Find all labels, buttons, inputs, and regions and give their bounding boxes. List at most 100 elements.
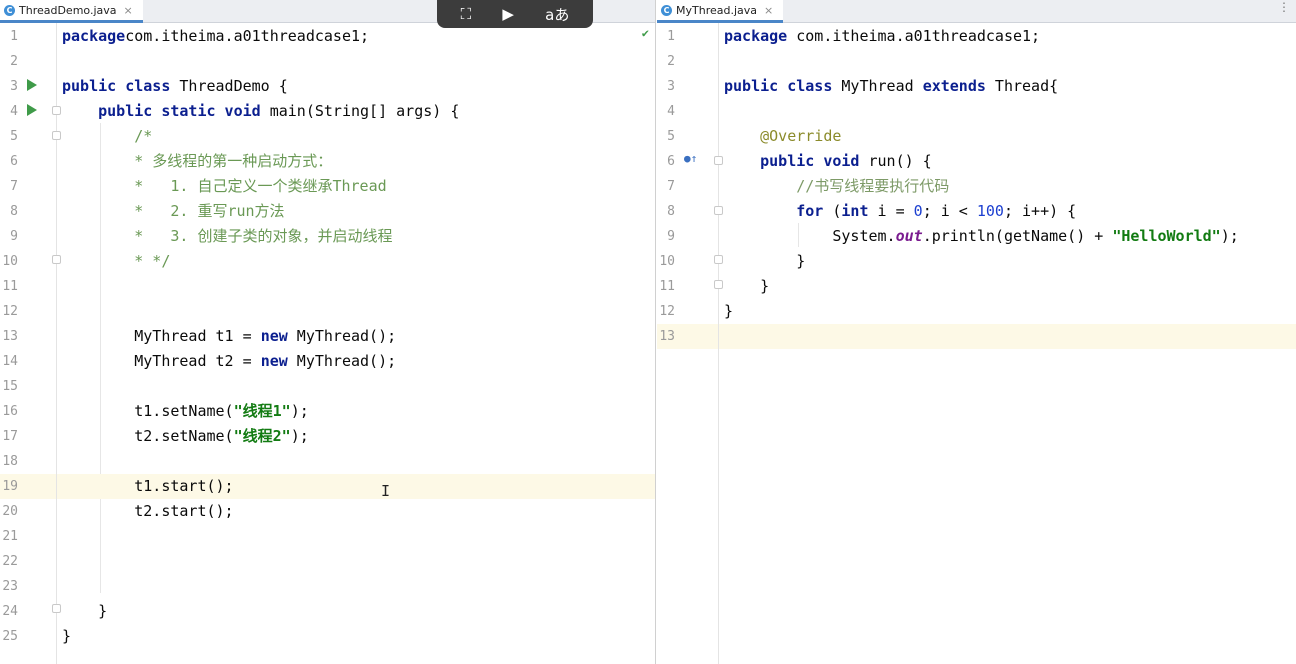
code-token: * 3. 创建子类的对象，并启动线程: [62, 227, 393, 245]
text-cursor-icon: I: [381, 482, 391, 500]
code-token: com.itheima.a01threadcase1;: [787, 27, 1041, 45]
code-token: 100: [976, 202, 1004, 220]
tab-list-icon[interactable]: ⋮: [1278, 0, 1290, 14]
line-number: 1: [10, 29, 18, 44]
code-token: /*: [62, 127, 153, 145]
code-token: for: [796, 202, 824, 220]
left-gutter[interactable]: 1 2 3 4 5 6 7 8 9 10 11 12 13 14 15 16 17 18 19 20 21 22 23 24 2…: [0, 23, 61, 664]
code-token: (: [823, 202, 842, 220]
code-token: ThreadDemo {: [170, 77, 288, 95]
line-number: 9: [667, 229, 675, 244]
close-icon[interactable]: ×: [124, 4, 133, 17]
code-line[interactable]: @Override: [724, 124, 841, 149]
code-token: new: [260, 327, 288, 345]
line-number: 21: [2, 529, 18, 544]
tab-threaddemo[interactable]: C ThreadDemo.java ×: [0, 0, 143, 23]
code-line[interactable]: * 3. 创建子类的对象，并启动线程: [62, 224, 392, 249]
line-number: 13: [2, 329, 18, 344]
line-number: 12: [659, 304, 675, 319]
code-token: t2.start();: [62, 502, 234, 520]
line-number: 13: [659, 329, 675, 344]
code-token: );: [1220, 227, 1239, 245]
line-number: 5: [667, 129, 675, 144]
line-number: 9: [10, 229, 18, 244]
code-line[interactable]: t2.setName("线程2");: [62, 424, 309, 449]
right-tabbar: C MyThread.java × ⋮: [657, 0, 1296, 23]
code-line[interactable]: System.out.println(getName() + "HelloWor…: [724, 224, 1239, 249]
code-token: out: [895, 227, 923, 245]
code-token: "HelloWorld": [1112, 227, 1221, 245]
code-token: ; i++) {: [1003, 202, 1077, 220]
run-class-icon[interactable]: [27, 79, 37, 91]
code-token: "线程2": [233, 427, 291, 445]
code-token: package: [62, 27, 126, 45]
video-ai-icon[interactable]: ▶: [502, 5, 514, 23]
code-line[interactable]: }: [724, 249, 805, 274]
code-token: t2.setName(: [62, 427, 234, 445]
right-editor-pane: C MyThread.java × ⋮ ●↑ 1 2 3 4 5 6 7 8 9 10 11 12 13…: [657, 0, 1296, 664]
code-line[interactable]: packagecom.itheima.a01threadcase1;: [62, 24, 369, 49]
run-main-icon[interactable]: [27, 104, 37, 116]
code-token: }: [724, 302, 734, 320]
line-number: 10: [659, 254, 675, 269]
code-line[interactable]: * 2. 重写run方法: [62, 199, 284, 224]
right-code-editor[interactable]: package com.itheima.a01threadcase1; publi…: [719, 23, 1296, 664]
code-line[interactable]: public void run() {: [724, 149, 932, 174]
override-marker-icon[interactable]: ●↑: [684, 152, 697, 165]
code-line[interactable]: t1.start();: [62, 474, 234, 499]
line-number: 14: [2, 354, 18, 369]
code-line[interactable]: t1.setName("线程1");: [62, 399, 309, 424]
left-editor-pane: C ThreadDemo.java × 1 2 3 4 5 6 7 8 9 10 11 12 13 14 1…: [0, 0, 656, 664]
code-line[interactable]: /*: [62, 124, 152, 149]
line-number: 18: [2, 454, 18, 469]
line-number: 7: [10, 179, 18, 194]
code-line[interactable]: }: [62, 599, 107, 624]
code-line[interactable]: for (int i = 0; i < 100; i++) {: [724, 199, 1076, 224]
code-line[interactable]: * 1. 自己定义一个类继承Thread: [62, 174, 386, 199]
line-number: 8: [667, 204, 675, 219]
code-line[interactable]: public static void main(String[] args) {: [62, 99, 459, 124]
code-token: public static void: [98, 102, 261, 120]
line-number: 6: [10, 154, 18, 169]
line-number: 7: [667, 179, 675, 194]
line-number: 12: [2, 304, 18, 319]
line-number: 5: [10, 129, 18, 144]
line-number: 15: [2, 379, 18, 394]
code-token: }: [62, 627, 72, 645]
code-line[interactable]: * */: [62, 249, 170, 274]
code-line[interactable]: MyThread t2 = new MyThread();: [62, 349, 396, 374]
code-token: public void: [760, 152, 860, 170]
code-token: package: [724, 27, 788, 45]
code-line[interactable]: public class MyThread extends Thread{: [724, 74, 1058, 99]
code-line[interactable]: t2.start();: [62, 499, 234, 524]
code-token: t1.start();: [62, 477, 234, 495]
code-line[interactable]: MyThread t1 = new MyThread();: [62, 324, 396, 349]
code-token: }: [724, 252, 806, 270]
code-token: );: [290, 402, 309, 420]
line-number: 23: [2, 579, 18, 594]
line-number: 6: [667, 154, 675, 169]
line-number: 1: [667, 29, 675, 44]
close-icon[interactable]: ×: [764, 4, 773, 17]
code-line[interactable]: public class ThreadDemo {: [62, 74, 288, 99]
code-line[interactable]: }: [724, 274, 769, 299]
code-line[interactable]: package com.itheima.a01threadcase1;: [724, 24, 1040, 49]
code-token: MyThread t2 =: [62, 352, 261, 370]
line-number: 22: [2, 554, 18, 569]
translate-icon[interactable]: aあ: [545, 4, 569, 25]
code-line[interactable]: * 多线程的第一种启动方式：: [62, 149, 332, 174]
code-line[interactable]: }: [62, 624, 71, 649]
code-token: * */: [62, 252, 171, 270]
code-token: t1.setName(: [62, 402, 234, 420]
line-number: 19: [2, 479, 18, 494]
code-line[interactable]: //书写线程要执行代码: [724, 174, 949, 199]
check-icon: ✔: [641, 26, 649, 40]
screenshot-icon[interactable]: ⛶: [461, 5, 472, 23]
left-code-editor[interactable]: packagecom.itheima.a01threadcase1; public…: [57, 23, 655, 664]
tab-mythread[interactable]: C MyThread.java ×: [657, 0, 784, 23]
line-number: 11: [659, 279, 675, 294]
code-token: new: [260, 352, 288, 370]
right-gutter[interactable]: ●↑ 1 2 3 4 5 6 7 8 9 10 11 12 13: [657, 23, 723, 664]
code-line[interactable]: }: [724, 299, 733, 324]
